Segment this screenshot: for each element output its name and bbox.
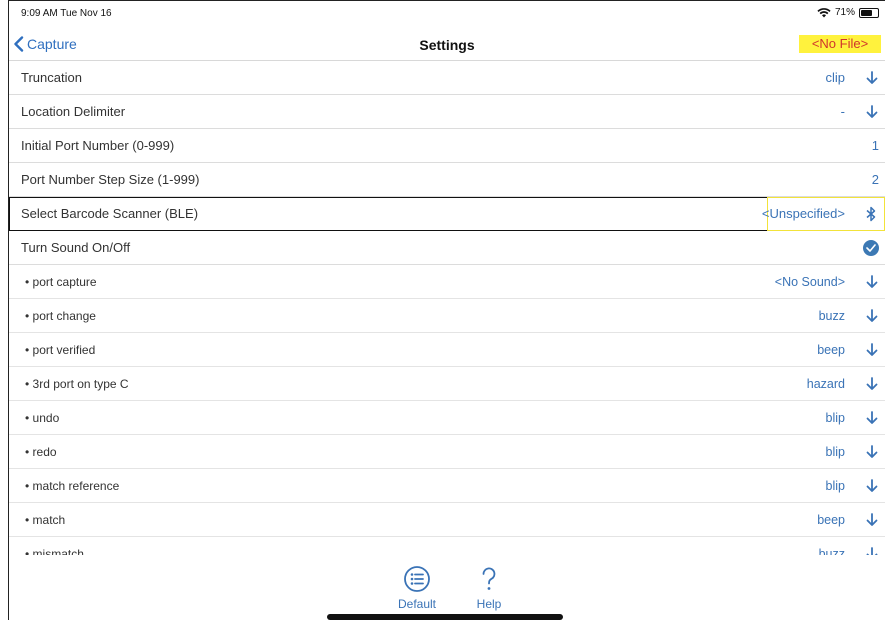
- app-window: 9:09 AM Tue Nov 16 71% Capture Settings …: [8, 0, 885, 620]
- settings-list[interactable]: Truncation clip Location Delimiter - Ini…: [9, 61, 885, 555]
- default-button[interactable]: Default: [387, 565, 447, 611]
- help-button[interactable]: Help: [459, 565, 519, 611]
- sound-match[interactable]: • match beep: [9, 503, 885, 537]
- arrow-down-icon[interactable]: [865, 478, 879, 494]
- battery-percent: 71%: [834, 7, 855, 18]
- list-icon: [404, 566, 430, 592]
- arrow-down-icon[interactable]: [865, 104, 879, 120]
- sound-label: • match: [25, 513, 66, 527]
- checkmark-icon[interactable]: [863, 240, 879, 256]
- setting-sound-toggle[interactable]: Turn Sound On/Off: [9, 231, 885, 265]
- setting-location-delimiter[interactable]: Location Delimiter -: [9, 95, 885, 129]
- setting-label: Location Delimiter: [21, 104, 126, 119]
- sound-port-capture[interactable]: • port capture <No Sound>: [9, 265, 885, 299]
- arrow-down-icon[interactable]: [865, 274, 879, 290]
- default-label: Default: [397, 597, 437, 611]
- sound-value[interactable]: <No Sound>: [775, 275, 845, 289]
- setting-value[interactable]: <Unspecified>: [762, 206, 845, 221]
- setting-value[interactable]: 2: [872, 172, 879, 187]
- sound-value[interactable]: buzz: [819, 309, 845, 323]
- arrow-down-icon[interactable]: [865, 308, 879, 324]
- sound-redo[interactable]: • redo blip: [9, 435, 885, 469]
- bluetooth-icon[interactable]: [865, 206, 877, 222]
- arrow-down-icon[interactable]: [865, 342, 879, 358]
- battery-fill: [861, 9, 873, 16]
- status-indicators: 71%: [817, 7, 879, 18]
- page-title: Settings: [419, 37, 475, 53]
- home-indicator[interactable]: [327, 614, 563, 620]
- sound-value[interactable]: blip: [826, 445, 845, 459]
- sound-label: • port change: [25, 309, 96, 323]
- arrow-down-icon[interactable]: [865, 512, 879, 528]
- sound-value[interactable]: blip: [826, 479, 845, 493]
- arrow-down-icon[interactable]: [865, 376, 879, 392]
- setting-port-step-size[interactable]: Port Number Step Size (1-999) 2: [9, 163, 885, 197]
- sound-value[interactable]: beep: [817, 513, 845, 527]
- bottom-toolbar: Default Help: [9, 555, 885, 620]
- arrow-down-icon[interactable]: [865, 546, 879, 555]
- status-time: 9:09 AM Tue Nov 16: [21, 8, 112, 19]
- sound-value[interactable]: blip: [826, 411, 845, 425]
- setting-value[interactable]: -: [841, 104, 845, 119]
- sound-port-change[interactable]: • port change buzz: [9, 299, 885, 333]
- setting-barcode-scanner[interactable]: Select Barcode Scanner (BLE) <Unspecifie…: [9, 197, 885, 231]
- sound-third-port-type-c[interactable]: • 3rd port on type C hazard: [9, 367, 885, 401]
- wifi-icon: [817, 7, 831, 17]
- setting-label: Turn Sound On/Off: [21, 240, 131, 255]
- arrow-down-icon[interactable]: [865, 410, 879, 426]
- navigation-bar: Capture Settings <No File>: [9, 29, 885, 61]
- sound-value[interactable]: buzz: [819, 547, 845, 555]
- setting-label: Initial Port Number (0-999): [21, 138, 175, 153]
- sound-label: • port verified: [25, 343, 96, 357]
- help-label: Help: [476, 597, 502, 611]
- sound-label: • undo: [25, 411, 60, 425]
- setting-initial-port-number[interactable]: Initial Port Number (0-999) 1: [9, 129, 885, 163]
- setting-truncation[interactable]: Truncation clip: [9, 61, 885, 95]
- sound-label: • 3rd port on type C: [25, 377, 129, 391]
- sound-label: • redo: [25, 445, 57, 459]
- sound-match-reference[interactable]: • match reference blip: [9, 469, 885, 503]
- setting-value[interactable]: clip: [825, 70, 845, 85]
- sound-label: • port capture: [25, 275, 97, 289]
- sound-label: • mismatch: [25, 547, 84, 555]
- sound-value[interactable]: hazard: [807, 377, 845, 391]
- setting-value[interactable]: 1: [872, 138, 879, 153]
- sound-port-verified[interactable]: • port verified beep: [9, 333, 885, 367]
- battery-icon: [859, 7, 879, 18]
- setting-label: Port Number Step Size (1-999): [21, 172, 200, 187]
- arrow-down-icon[interactable]: [865, 444, 879, 460]
- sound-label: • match reference: [25, 479, 120, 493]
- arrow-down-icon[interactable]: [865, 70, 879, 86]
- status-bar: 9:09 AM Tue Nov 16 71%: [9, 7, 885, 21]
- setting-label: Truncation: [21, 70, 82, 85]
- sound-value[interactable]: beep: [817, 343, 845, 357]
- setting-label: Select Barcode Scanner (BLE): [21, 206, 199, 221]
- sound-undo[interactable]: • undo blip: [9, 401, 885, 435]
- file-badge[interactable]: <No File>: [799, 35, 881, 53]
- question-mark-icon: [482, 567, 496, 590]
- sound-mismatch[interactable]: • mismatch buzz: [9, 537, 885, 555]
